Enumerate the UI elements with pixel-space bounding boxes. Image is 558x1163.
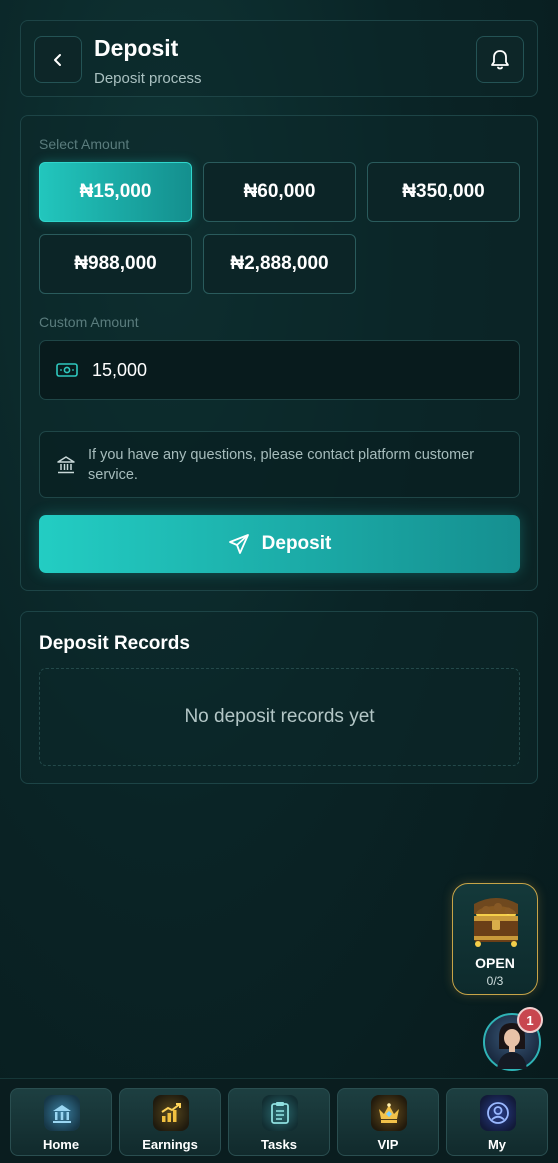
page-title: Deposit bbox=[94, 35, 179, 61]
send-icon bbox=[228, 533, 250, 555]
deposit-records-card: Deposit Records No deposit records yet bbox=[20, 611, 538, 784]
nav-item-tasks[interactable]: Tasks bbox=[228, 1088, 330, 1156]
select-amount-label: Select Amount bbox=[39, 136, 130, 152]
nav-item-home[interactable]: Home bbox=[10, 1088, 112, 1156]
clipboard-icon bbox=[262, 1095, 298, 1131]
custom-amount-label: Custom Amount bbox=[39, 314, 139, 330]
nav-item-my[interactable]: My bbox=[446, 1088, 548, 1156]
nav-label-vip: VIP bbox=[377, 1137, 399, 1152]
notice-text: If you have any questions, please contac… bbox=[88, 446, 475, 483]
building-icon bbox=[44, 1095, 80, 1131]
amount-option-2[interactable]: ₦60,000 bbox=[203, 162, 356, 222]
bank-icon bbox=[56, 455, 76, 475]
bell-icon bbox=[491, 49, 509, 69]
amount-option-1[interactable]: ₦15,000 bbox=[39, 162, 192, 222]
deposit-submit-button[interactable]: Deposit bbox=[39, 515, 520, 573]
treasure-chest-button[interactable]: OPEN 0/3 bbox=[452, 883, 538, 995]
user-icon bbox=[480, 1095, 516, 1131]
money-icon bbox=[56, 363, 78, 377]
nav-item-vip[interactable]: VIP bbox=[337, 1088, 439, 1156]
chart-icon bbox=[153, 1095, 189, 1131]
nav-label-tasks: Tasks bbox=[261, 1137, 297, 1152]
custom-amount-value: 15,000 bbox=[92, 359, 148, 380]
nav-label-home: Home bbox=[42, 1137, 80, 1152]
amount-option-5[interactable]: ₦2,888,000 bbox=[203, 234, 356, 294]
header-card: Deposit Deposit process bbox=[20, 20, 538, 97]
deposit-form-card: Select Amount ₦15,000 ₦60,000 ₦350,000 ₦… bbox=[20, 115, 538, 591]
back-button[interactable] bbox=[34, 36, 82, 83]
custom-amount-input[interactable]: 15,000 bbox=[39, 340, 520, 400]
deposit-submit-label: Deposit bbox=[261, 533, 332, 554]
chevron-left-icon bbox=[54, 53, 61, 66]
nav-label-earnings: Earnings bbox=[142, 1137, 198, 1152]
amount-option-4[interactable]: ₦988,000 bbox=[39, 234, 192, 294]
customer-service-avatar[interactable]: 1 bbox=[483, 1007, 543, 1071]
chest-open-label: OPEN bbox=[475, 955, 515, 971]
notice-box: If you have any questions, please contac… bbox=[39, 431, 520, 498]
records-title: Deposit Records bbox=[39, 633, 190, 654]
amount-option-3[interactable]: ₦350,000 bbox=[367, 162, 520, 222]
nav-item-earnings[interactable]: Earnings bbox=[119, 1088, 221, 1156]
notification-button[interactable] bbox=[476, 36, 524, 83]
treasure-chest-icon bbox=[474, 898, 518, 947]
bottom-navigation: Home Earnings Tasks VIP My bbox=[0, 1078, 558, 1163]
chest-progress: 0/3 bbox=[486, 974, 504, 988]
nav-label-my: My bbox=[487, 1137, 507, 1152]
crown-icon bbox=[371, 1095, 407, 1131]
support-notification-badge: 1 bbox=[517, 1007, 543, 1033]
records-empty-state: No deposit records yet bbox=[39, 668, 520, 766]
page-subtitle: Deposit process bbox=[94, 70, 202, 87]
